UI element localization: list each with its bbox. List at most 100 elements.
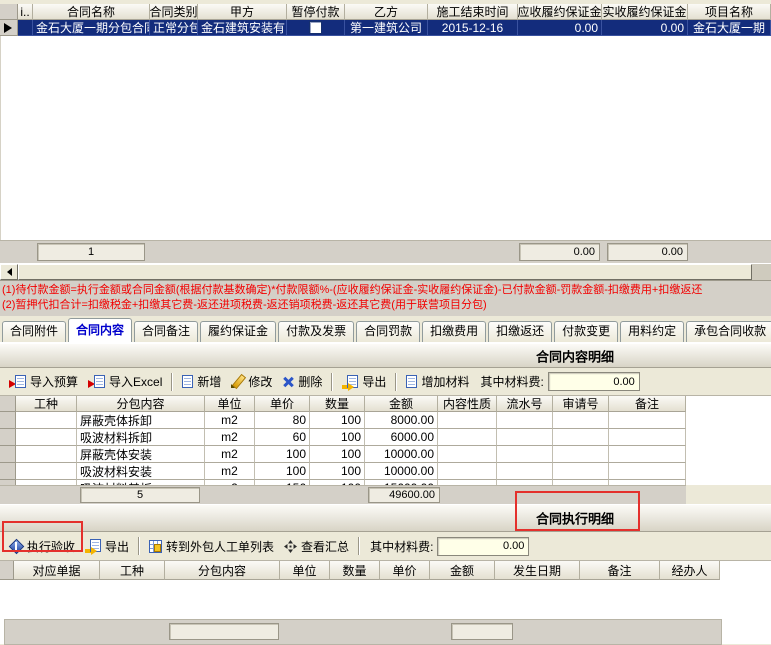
column-header-received-deposit[interactable]: 实收履约保证金 [602,4,688,20]
column-header-content-nature[interactable]: 内容性质 [438,396,497,412]
column-header-party-b[interactable]: 乙方 [345,4,428,20]
column-header-unit[interactable]: 单位 [280,561,330,580]
tab-performance-bond[interactable]: 履约保证金 [200,321,276,342]
toolbar-separator [358,537,360,555]
tab-withheld-fees[interactable]: 扣缴费用 [422,321,486,342]
column-header-handler[interactable]: 经办人 [660,561,720,580]
tab-subcontract-receipts[interactable]: 承包合同收款 [686,321,771,342]
exec-export-label: 导出 [105,538,129,555]
tab-material-agreement[interactable]: 用料约定 [620,321,684,342]
exec-summary-count-box [169,623,279,640]
execute-acceptance-button[interactable]: 执行验收 [4,536,80,557]
export-button[interactable]: 导出 [337,371,391,392]
column-header-quantity[interactable]: 数量 [330,561,380,580]
column-header-record[interactable]: i.. [18,4,33,20]
tab-payment-invoice[interactable]: 付款及发票 [278,321,354,342]
import-excel-button[interactable]: 导入Excel [83,371,167,392]
cell-received-deposit: 0.00 [602,20,688,36]
column-header-subcontract-content[interactable]: 分包内容 [165,561,280,580]
column-header-request-no[interactable]: 审请号 [553,396,609,412]
scrollbar-thumb[interactable] [18,264,752,280]
cell-pause-payment [287,20,345,36]
cell-worktype [16,446,77,463]
grid-corner-cell [0,561,14,580]
column-header-party-a[interactable]: 甲方 [198,4,287,20]
toolbar-separator [138,537,140,555]
cell-qty: 100 [310,463,365,480]
delete-button[interactable]: 删除 [277,371,327,392]
cell-contract-name: 金石大厦一期分包合同 [33,20,150,36]
cell-request [553,446,609,463]
exec-material-fee-input[interactable]: 0.00 [437,537,529,556]
column-header-remarks[interactable]: 备注 [609,396,686,412]
column-header-unit[interactable]: 单位 [205,396,255,412]
column-header-project-name[interactable]: 项目名称 [688,4,771,20]
content-row[interactable]: 吸波材料拆卸 m2 60 100 6000.00 [0,429,771,446]
cell-worktype [16,429,77,446]
column-header-quantity[interactable]: 数量 [310,396,365,412]
cell-record [18,20,33,36]
content-row[interactable]: 吸波材料安装 m2 100 100 10000.00 [0,463,771,480]
tab-contract-remarks[interactable]: 合同备注 [134,321,198,342]
master-summary-band: 1 0.00 0.00 [0,240,771,263]
column-header-worktype[interactable]: 工种 [16,396,77,412]
column-header-end-date[interactable]: 施工结束时间 [428,4,518,20]
exec-export-button[interactable]: 导出 [80,536,134,557]
column-header-contract-type[interactable]: 合同类别 [150,4,198,20]
column-header-receivable-deposit[interactable]: 应收履约保证金 [518,4,602,20]
column-header-related-doc[interactable]: 对应单据 [14,561,100,580]
material-fee-input[interactable]: 0.00 [548,372,640,391]
tab-payment-change[interactable]: 付款变更 [554,321,618,342]
tab-withheld-refund[interactable]: 扣缴返还 [488,321,552,342]
column-header-subcontract-content[interactable]: 分包内容 [77,396,205,412]
column-header-contract-name[interactable]: 合同名称 [33,4,150,20]
add-button[interactable]: 新增 [177,371,226,392]
cell-remarks [609,412,686,429]
view-summary-button[interactable]: 查看汇总 [279,536,354,557]
column-header-date[interactable]: 发生日期 [495,561,580,580]
cell-nature [438,463,497,480]
column-header-amount[interactable]: 金额 [430,561,495,580]
cell-remarks [609,463,686,480]
content-row[interactable]: 屏蔽壳体安装 m2 100 100 10000.00 [0,446,771,463]
column-header-serial-no[interactable]: 流水号 [497,396,553,412]
exec-summary-row [0,618,771,644]
current-row-arrow-icon [4,23,12,33]
worklist-table-icon [149,540,162,553]
content-summary-band: 5 49600.00 [0,485,686,504]
pause-payment-checkbox[interactable] [309,21,322,34]
tab-contract-content[interactable]: 合同内容 [68,318,132,342]
horizontal-scrollbar[interactable] [0,263,771,280]
cell-remarks [609,429,686,446]
column-header-amount[interactable]: 金额 [365,396,438,412]
cell-worktype [16,412,77,429]
cell-content: 吸波材料安装 [77,463,205,480]
toolbar-separator [331,373,333,391]
row-header-cell [0,429,16,446]
cell-nature [438,429,497,446]
tab-contract-penalty[interactable]: 合同罚款 [356,321,420,342]
column-header-remarks[interactable]: 备注 [580,561,660,580]
cell-content: 屏蔽壳体安装 [77,446,205,463]
add-material-button[interactable]: 增加材料 [401,371,474,392]
exec-summary-amount-box [451,623,513,640]
tab-contract-attachment[interactable]: 合同附件 [2,321,66,342]
content-row[interactable]: 屏蔽壳体拆卸 m2 80 100 8000.00 [0,412,771,429]
column-header-worktype[interactable]: 工种 [100,561,165,580]
column-header-unit-price[interactable]: 单价 [380,561,430,580]
column-header-pause-payment[interactable]: 暂停付款 [287,4,345,20]
goto-outsourcing-list-button[interactable]: 转到外包人工单列表 [144,536,279,557]
add-material-label: 增加材料 [421,373,469,390]
import-budget-button[interactable]: 导入预算 [4,371,83,392]
column-header-unit-price[interactable]: 单价 [255,396,310,412]
edit-button[interactable]: 修改 [226,371,277,392]
row-header-cell [0,412,16,429]
cell-amount: 8000.00 [365,412,438,429]
cell-serial [497,429,553,446]
goto-outsourcing-list-label: 转到外包人工单列表 [166,538,274,555]
scroll-left-button[interactable] [0,264,18,280]
cell-unit: m2 [205,446,255,463]
contract-management-window: i.. 合同名称 合同类别 甲方 暂停付款 乙方 施工结束时间 应收履约保证金 … [0,0,771,639]
contract-row-selected[interactable]: 金石大厦一期分包合同 正常分包 金石建筑安装有限 第一建筑公司 2015-12-… [0,20,771,36]
exec-section-bar: 合同执行明细 [0,504,771,532]
